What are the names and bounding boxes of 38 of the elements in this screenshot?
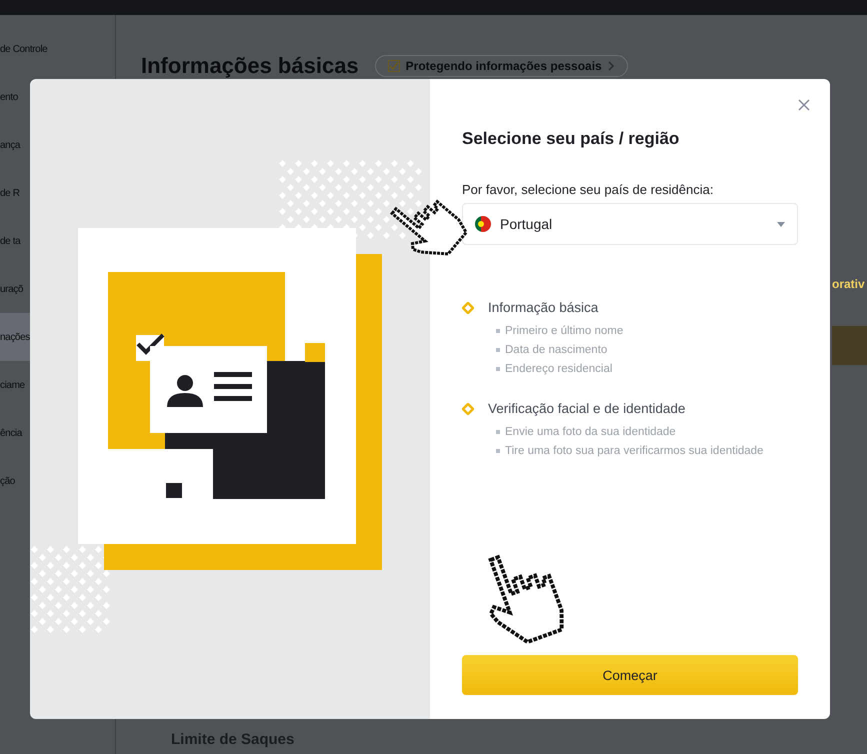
step-item: Tire uma foto sua para verificarmos sua identidade xyxy=(505,445,764,457)
sidebar-item[interactable]: de R xyxy=(0,169,30,217)
close-icon[interactable] xyxy=(796,97,812,113)
flag-icon xyxy=(475,216,491,232)
step-item: Envie uma foto da sua identidade xyxy=(505,426,676,438)
bullet-icon xyxy=(496,449,500,453)
page-heading: Informações básicas xyxy=(141,53,359,79)
caret-icon xyxy=(777,222,785,226)
step-title: Verificação facial e de identidade xyxy=(488,401,686,416)
step-item: Primeiro e último nome xyxy=(505,325,624,337)
step-title: Informação básica xyxy=(488,300,598,315)
bullet-icon xyxy=(496,430,500,434)
bullet-icon xyxy=(496,348,500,352)
bullet-icon xyxy=(496,329,500,333)
sidebar-item[interactable]: ência xyxy=(0,409,30,457)
badge-text: Protegendo informações pessoais xyxy=(406,59,602,73)
sidebar-item[interactable]: de ta xyxy=(0,217,30,265)
country-select[interactable]: Portugal xyxy=(462,203,798,245)
diamond-icon xyxy=(462,402,474,414)
privacy-badge[interactable]: Protegendo informações pessoais xyxy=(374,55,628,77)
sidebar-item[interactable]: uraçõ xyxy=(0,265,30,313)
start-button[interactable]: Começar xyxy=(462,655,798,695)
sidebar-item[interactable]: de Controle xyxy=(0,25,115,73)
dialog-title: Selecione seu país / região xyxy=(462,129,680,149)
field-label: Por favor, selecione seu país de residência: xyxy=(462,182,714,197)
bullet-icon xyxy=(496,367,500,371)
sidebar-item[interactable]: nações xyxy=(0,313,30,361)
diamond-icon xyxy=(462,302,474,314)
sidebar-item[interactable]: ança xyxy=(0,121,30,169)
step-item: Data de nascimento xyxy=(505,344,608,356)
step-item: Endereço residencial xyxy=(505,363,612,375)
sidebar-item[interactable]: ciame xyxy=(0,361,30,409)
checkbox-icon xyxy=(388,60,400,72)
chevron-icon xyxy=(608,61,615,71)
sidebar-item[interactable]: ção xyxy=(0,457,30,505)
side-text: orativ xyxy=(832,277,865,291)
highlight-bar xyxy=(832,326,867,365)
country-value: Portugal xyxy=(500,216,552,232)
